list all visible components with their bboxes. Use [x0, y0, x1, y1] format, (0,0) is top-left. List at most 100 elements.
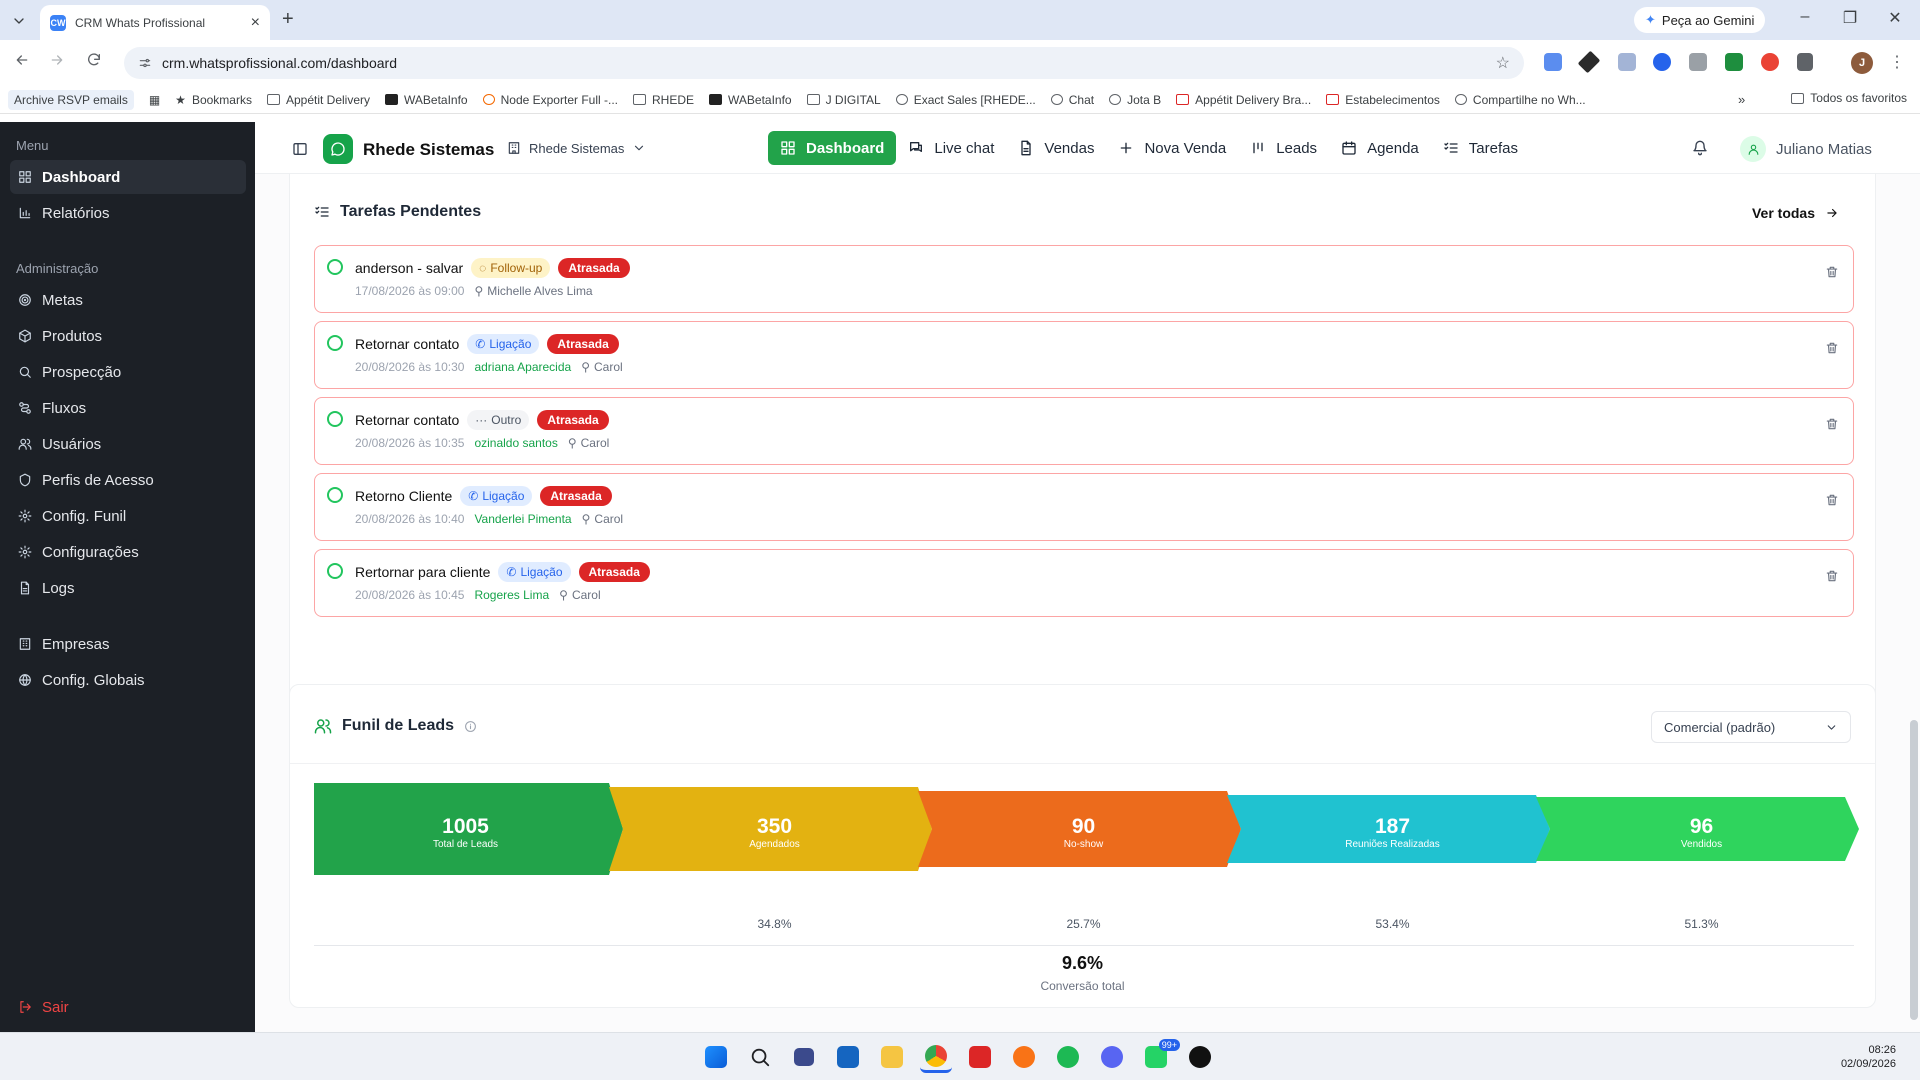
funnel-select[interactable]: Comercial (padrão): [1651, 711, 1851, 743]
bookmark-item[interactable]: Chat: [1050, 93, 1094, 107]
grid-extension-icon[interactable]: [1689, 53, 1707, 71]
bookmark-folder[interactable]: J DIGITAL: [806, 93, 881, 107]
close-window-icon[interactable]: ✕: [1880, 8, 1910, 28]
sidebar-item-config-globais[interactable]: Config. Globais: [10, 663, 246, 697]
bookmark-item[interactable]: Exact Sales [RHEDE...: [895, 93, 1036, 107]
file-explorer-icon[interactable]: [876, 1041, 908, 1073]
bookmark-item[interactable]: Appétit Delivery Bra...: [1176, 93, 1311, 107]
apps-grid-icon[interactable]: ▦: [149, 93, 160, 107]
sidebar-item-prospeccao[interactable]: Prospecção: [10, 355, 246, 389]
company-selector[interactable]: Rhede Sistemas: [497, 134, 656, 162]
bookmark-item[interactable]: Compartilhe no Wh...: [1454, 93, 1586, 107]
logout-button[interactable]: Sair: [10, 990, 246, 1024]
sidebar-item-fluxos[interactable]: Fluxos: [10, 391, 246, 425]
system-clock[interactable]: 08:26 02/09/2026: [1841, 1043, 1896, 1071]
search-icon[interactable]: [744, 1041, 776, 1073]
task-item[interactable]: Retornar contato ··· Outro Atrasada 20/08…: [314, 397, 1854, 465]
all-bookmarks-folder[interactable]: Todos os favoritos: [1791, 91, 1907, 105]
task-item[interactable]: Retornar contato ✆ Ligação Atrasada 20/08…: [314, 321, 1854, 389]
task-complete-checkbox[interactable]: [327, 411, 343, 427]
nav-agenda[interactable]: Agenda: [1329, 131, 1431, 165]
gemini-button[interactable]: ✦ Peça ao Gemini: [1634, 7, 1766, 33]
terminal-icon[interactable]: [832, 1041, 864, 1073]
close-tab-icon[interactable]: ×: [251, 14, 260, 32]
site-info-icon[interactable]: [138, 56, 152, 70]
trash-icon[interactable]: [1825, 341, 1839, 355]
new-tab-icon[interactable]: +: [282, 8, 294, 31]
discord-icon[interactable]: [1096, 1041, 1128, 1073]
sidebar-item-usuarios[interactable]: Usuários: [10, 427, 246, 461]
link-extension-icon[interactable]: [1618, 53, 1636, 71]
bookmark-item[interactable]: WABetaInfo: [709, 93, 792, 107]
user-menu[interactable]: Juliano Matias: [1740, 136, 1872, 162]
bookmark-item[interactable]: Node Exporter Full -...: [482, 93, 618, 107]
app-icon[interactable]: [1184, 1041, 1216, 1073]
reload-icon[interactable]: [86, 52, 102, 68]
task-item[interactable]: Retorno Cliente ✆ Ligação Atrasada 20/08/…: [314, 473, 1854, 541]
minimize-icon[interactable]: –: [1790, 8, 1820, 26]
nav-vendas[interactable]: Vendas: [1006, 131, 1106, 165]
bookmark-folder[interactable]: Appétit Delivery: [266, 93, 370, 107]
bookmark-folder[interactable]: RHEDE: [632, 93, 694, 107]
whatsapp-icon[interactable]: 99+: [1140, 1039, 1180, 1073]
task-item[interactable]: anderson - salvar ◌ Follow-up Atrasada 17…: [314, 245, 1854, 313]
nav-nova-venda[interactable]: Nova Venda: [1106, 131, 1238, 165]
task-lead-link[interactable]: Vanderlei Pimenta: [474, 512, 571, 526]
windows-start-icon[interactable]: [700, 1041, 732, 1073]
firefox-icon[interactable]: [1008, 1041, 1040, 1073]
bookmark-item[interactable]: WABetaInfo: [385, 93, 468, 107]
trash-icon[interactable]: [1825, 569, 1839, 583]
translate-extension-icon[interactable]: [1544, 53, 1562, 71]
sidebar-item-config-funil[interactable]: Config. Funil: [10, 499, 246, 533]
trash-icon[interactable]: [1825, 417, 1839, 431]
nav-dashboard[interactable]: Dashboard: [768, 131, 897, 165]
spotify-icon[interactable]: [1052, 1041, 1084, 1073]
view-all-tasks-link[interactable]: Ver todas: [1752, 205, 1839, 221]
nav-leads[interactable]: Leads: [1238, 131, 1329, 165]
task-item[interactable]: Rertornar para cliente ✆ Ligação Atrasada…: [314, 549, 1854, 617]
nav-tarefas[interactable]: Tarefas: [1431, 131, 1530, 165]
task-complete-checkbox[interactable]: [327, 259, 343, 275]
bookmark-item[interactable]: Estabelecimentos: [1326, 93, 1440, 107]
info-icon[interactable]: [464, 720, 477, 733]
task-complete-checkbox[interactable]: [327, 563, 343, 579]
sidebar-item-empresas[interactable]: Empresas: [10, 627, 246, 661]
browser-tab[interactable]: CW CRM Whats Profissional ×: [40, 5, 270, 40]
trash-icon[interactable]: [1825, 493, 1839, 507]
task-lead-link[interactable]: adriana Aparecida: [474, 360, 571, 374]
task-view-icon[interactable]: [788, 1041, 820, 1073]
sidebar-item-produtos[interactable]: Produtos: [10, 319, 246, 353]
restore-icon[interactable]: ❐: [1835, 8, 1865, 28]
more-bookmarks-icon[interactable]: »: [1738, 92, 1745, 107]
nav-live-chat[interactable]: Live chat: [896, 131, 1006, 165]
back-icon[interactable]: [14, 52, 30, 68]
sidebar-item-relatorios[interactable]: Relatórios: [10, 196, 246, 230]
star-icon[interactable]: ☆: [1496, 53, 1510, 73]
bookmark-item[interactable]: Jota B: [1109, 93, 1161, 107]
sidebar-item-dashboard[interactable]: Dashboard: [10, 160, 246, 194]
wps-office-icon[interactable]: [964, 1041, 996, 1073]
tab-search-icon[interactable]: [8, 10, 30, 32]
bookmark-item[interactable]: Archive RSVP emails: [8, 89, 134, 110]
omnibox[interactable]: crm.whatsprofissional.com/dashboard ☆: [124, 47, 1524, 79]
bell-icon[interactable]: [1692, 140, 1708, 156]
chrome-icon[interactable]: [920, 1041, 952, 1073]
task-complete-checkbox[interactable]: [327, 335, 343, 351]
color-extension-icon[interactable]: [1761, 53, 1779, 71]
extensions-puzzle-icon[interactable]: [1797, 53, 1813, 71]
task-complete-checkbox[interactable]: [327, 487, 343, 503]
bookmark-item[interactable]: ★ Bookmarks: [175, 93, 252, 107]
browser-menu-icon[interactable]: ⋮: [1889, 52, 1905, 72]
dollar-extension-icon[interactable]: [1725, 53, 1743, 71]
page-scrollbar[interactable]: [1910, 720, 1918, 1020]
profile-avatar[interactable]: J: [1851, 52, 1873, 74]
meet-extension-icon[interactable]: [1653, 53, 1671, 71]
trash-icon[interactable]: [1825, 265, 1839, 279]
sidebar-item-perfis-de-acesso[interactable]: Perfis de Acesso: [10, 463, 246, 497]
sidebar-item-configuracoes[interactable]: Configurações: [10, 535, 246, 569]
task-lead-link[interactable]: Rogeres Lima: [474, 588, 549, 602]
sidebar-item-metas[interactable]: Metas: [10, 283, 246, 317]
forward-icon[interactable]: [49, 52, 65, 68]
task-lead-link[interactable]: ozinaldo santos: [474, 436, 557, 450]
sidebar-toggle-icon[interactable]: [292, 141, 308, 157]
